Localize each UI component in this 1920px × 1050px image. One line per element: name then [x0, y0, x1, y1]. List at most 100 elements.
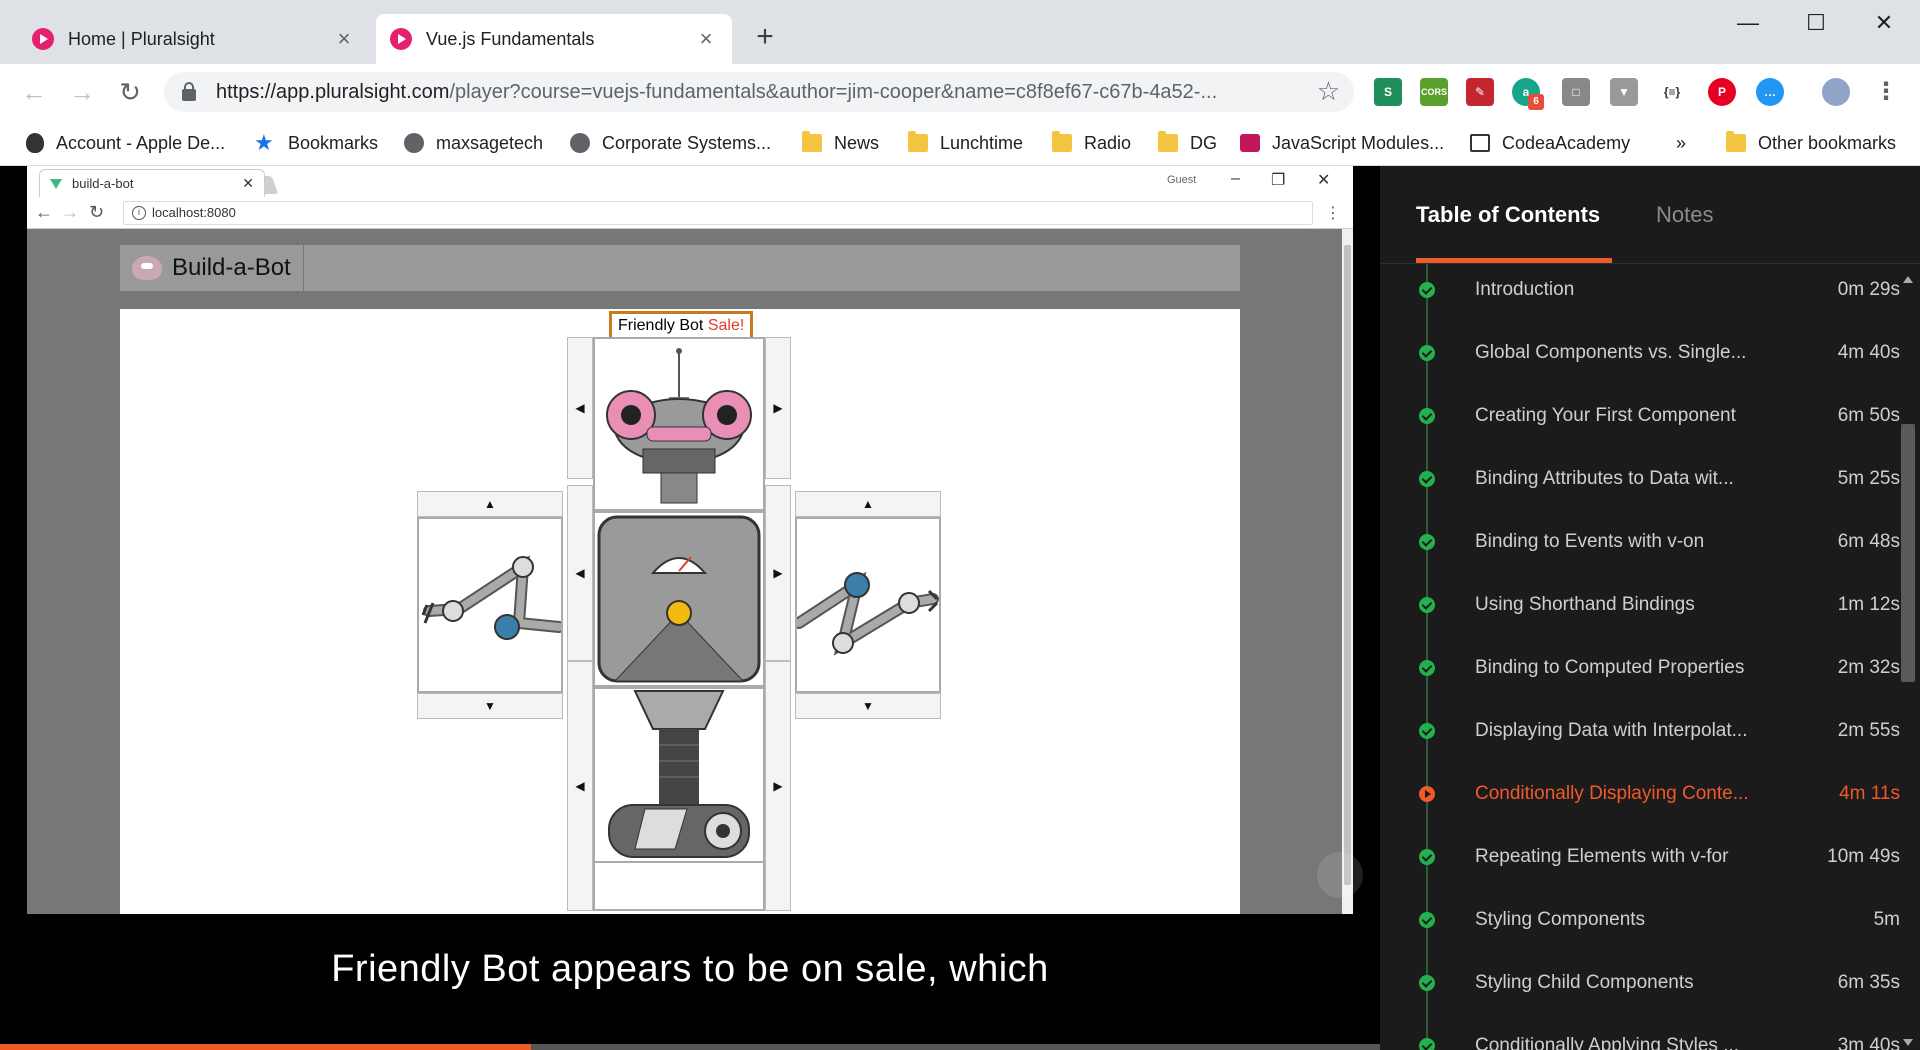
tab-home-pluralsight[interactable]: Home | Pluralsight ×	[18, 14, 370, 64]
bookmark-news[interactable]: News	[802, 130, 879, 156]
toc-item[interactable]: Displaying Data with Interpolat... 2m 55s	[1380, 711, 1900, 751]
recorded-tab-strip: build-a-bot ✕ Guest – ❐ ✕	[27, 166, 1353, 197]
new-tab-button[interactable]: +	[750, 22, 780, 52]
extension-json-icon[interactable]: {≡}	[1658, 78, 1686, 106]
extension-vue-devtools-icon[interactable]: ▼	[1610, 78, 1638, 106]
bookmark-label: Other bookmarks	[1758, 132, 1897, 153]
bookmark-maxsagetech[interactable]: maxsagetech	[404, 130, 543, 156]
app-brand: Build-a-Bot	[172, 245, 304, 291]
folder-icon	[1726, 131, 1746, 152]
bookmark-star-icon[interactable]: ☆	[1317, 76, 1340, 107]
bookmark-label: DG	[1190, 132, 1217, 153]
toc-item[interactable]: Global Components vs. Single... 4m 40s	[1380, 333, 1900, 373]
robot-right-arm-image	[793, 571, 939, 656]
toc-item[interactable]: Binding to Events with v-on 6m 48s	[1380, 522, 1900, 562]
reload-button[interactable]: ↻	[114, 76, 146, 108]
maximize-button[interactable]: ☐	[1788, 8, 1844, 38]
right-arm-down-button[interactable]: ▼	[795, 693, 941, 719]
close-window-button[interactable]: ✕	[1856, 8, 1912, 38]
forward-button[interactable]: →	[66, 76, 98, 108]
build-a-bot-page: Build-a-Bot Friendly Bot Sale! ◀ ▶ ▲ ▼ ◀…	[27, 229, 1342, 914]
toc-item-title: Styling Components	[1475, 909, 1646, 930]
toc-item-title: Using Shorthand Bindings	[1475, 594, 1695, 615]
bookmark-javascript-modules[interactable]: JavaScript Modules...	[1240, 130, 1444, 156]
tab-vuejs-fundamentals[interactable]: Vue.js Fundamentals ×	[376, 14, 732, 64]
back-button[interactable]: ←	[18, 76, 50, 108]
active-tab-indicator	[1416, 258, 1612, 263]
bookmark-account-apple[interactable]: Account - Apple De...	[26, 130, 225, 156]
video-player[interactable]: build-a-bot ✕ Guest – ❐ ✕ ← → ↻ localhos…	[0, 166, 1380, 1050]
toc-item-title: Creating Your First Component	[1475, 405, 1736, 426]
more-bookmarks-button[interactable]: »	[1676, 130, 1686, 156]
tab-notes[interactable]: Notes	[1656, 202, 1713, 228]
toc-item[interactable]: Styling Child Components 6m 35s	[1380, 963, 1900, 1003]
star-icon: ★	[254, 130, 274, 155]
completed-check-icon	[1419, 1038, 1435, 1050]
toc-item[interactable]: Creating Your First Component 6m 50s	[1380, 396, 1900, 436]
toc-item-duration: 5m 25s	[1837, 468, 1900, 489]
bookmark-radio[interactable]: Radio	[1052, 130, 1131, 156]
bookmarks-bar: Account - Apple De... ★ Bookmarks maxsage…	[0, 120, 1920, 166]
toc-item-duration: 5m	[1873, 909, 1900, 930]
toc-item[interactable]: Conditionally Displaying Conte... 4m 11s	[1380, 774, 1900, 814]
bookmark-codeacademy[interactable]: CodeaAcademy	[1470, 130, 1630, 156]
base-next-button[interactable]: ▶	[765, 661, 791, 911]
right-arm-up-button[interactable]: ▲	[795, 491, 941, 517]
extension-comment-icon[interactable]: □	[1562, 78, 1590, 106]
completed-check-icon	[1419, 660, 1435, 676]
extension-pdf-icon[interactable]: ✎	[1466, 78, 1494, 106]
toc-item[interactable]: Introduction 0m 29s	[1380, 270, 1900, 310]
extension-messenger-icon[interactable]: …	[1756, 78, 1784, 106]
toc-item[interactable]: Binding to Computed Properties 2m 32s	[1380, 648, 1900, 688]
head-next-button[interactable]: ▶	[765, 337, 791, 479]
bookmark-corporate-systems[interactable]: Corporate Systems...	[570, 130, 771, 156]
torso-next-button[interactable]: ▶	[765, 485, 791, 661]
extension-badge: 6	[1528, 94, 1544, 110]
video-progress-bar[interactable]	[0, 1044, 1380, 1050]
bookmark-dg[interactable]: DG	[1158, 130, 1217, 156]
recorded-url: localhost:8080	[123, 201, 1313, 225]
globe-icon	[570, 133, 590, 153]
scroll-up-icon[interactable]	[1903, 276, 1913, 283]
sidebar-scrollbar[interactable]	[1896, 264, 1920, 1050]
close-tab-icon[interactable]: ×	[332, 26, 356, 52]
toc-item[interactable]: Styling Components 5m	[1380, 900, 1900, 940]
folder-icon	[1158, 131, 1178, 152]
profile-avatar[interactable]	[1822, 78, 1850, 106]
toc-item-duration: 1m 12s	[1837, 594, 1900, 615]
bookmark-bookmarks[interactable]: ★ Bookmarks	[254, 130, 378, 156]
minimize-button[interactable]: —	[1720, 8, 1776, 38]
toc-item[interactable]: Conditionally Applying Styles ... 3m 40s	[1380, 1026, 1900, 1050]
address-bar[interactable]: https://app.pluralsight.com/player?cours…	[164, 72, 1354, 112]
extension-pinterest-icon[interactable]: P	[1708, 78, 1736, 106]
toc-item-duration: 4m 40s	[1837, 342, 1900, 363]
globe-icon	[404, 133, 424, 153]
scroll-thumb[interactable]	[1901, 424, 1915, 682]
toc-item[interactable]: Using Shorthand Bindings 1m 12s	[1380, 585, 1900, 625]
close-tab-icon[interactable]: ×	[694, 26, 718, 52]
left-arm-down-button[interactable]: ▼	[417, 693, 563, 719]
bookmark-other-bookmarks[interactable]: Other bookmarks	[1726, 130, 1896, 156]
toc-item[interactable]: Repeating Elements with v-for 10m 49s	[1380, 837, 1900, 877]
completed-check-icon	[1419, 849, 1435, 865]
pluralsight-icon	[32, 28, 54, 50]
left-arm-up-button[interactable]: ▲	[417, 491, 563, 517]
scroll-down-icon[interactable]	[1903, 1039, 1913, 1046]
robot-base-image	[608, 690, 750, 858]
toc-item-duration: 6m 35s	[1837, 972, 1900, 993]
bookmark-lunchtime[interactable]: Lunchtime	[908, 130, 1023, 156]
torso-prev-button[interactable]: ◀	[567, 485, 593, 661]
extension-cors-icon[interactable]: CORS	[1420, 78, 1448, 106]
chrome-menu-icon[interactable]: ⋮	[1872, 78, 1900, 106]
head-prev-button[interactable]: ◀	[567, 337, 593, 479]
base-prev-button[interactable]: ◀	[567, 661, 593, 911]
extension-s-icon[interactable]: S	[1374, 78, 1402, 106]
pluralsight-watermark-icon	[1317, 852, 1363, 898]
robot-name: Friendly Bot	[618, 317, 704, 334]
recorded-browser-window: build-a-bot ✕ Guest – ❐ ✕ ← → ↻ localhos…	[27, 166, 1363, 914]
tab-table-of-contents[interactable]: Table of Contents	[1416, 202, 1600, 228]
site-icon	[1470, 134, 1490, 152]
head-part	[593, 337, 765, 511]
toc-item[interactable]: Binding Attributes to Data wit... 5m 25s	[1380, 459, 1900, 499]
left-arm-part	[417, 517, 565, 693]
